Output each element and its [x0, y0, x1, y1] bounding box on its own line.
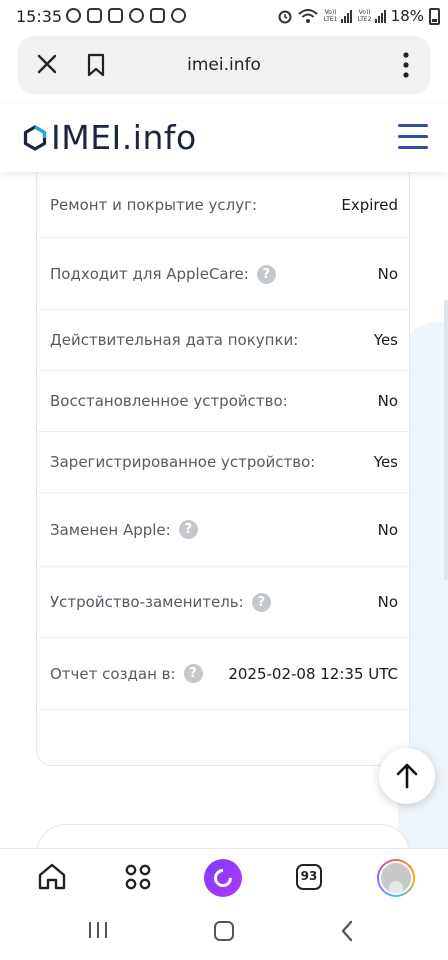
site-header: IMEI.info	[0, 104, 448, 172]
battery-percent: 18%	[390, 7, 424, 25]
alarm-icon	[278, 10, 292, 24]
alice-icon	[204, 859, 242, 897]
help-icon[interactable]: ?	[178, 520, 198, 539]
status-bar: 15:35 Vo)) LTE1 Vo)) LTE2 18%	[0, 0, 448, 34]
url-field[interactable]: imei.info	[18, 55, 430, 75]
sim1-signal: Vo)) LTE1	[323, 9, 352, 23]
page-scrollbar[interactable]	[444, 300, 448, 580]
profile-button[interactable]	[376, 858, 416, 898]
info-row-label: Подходит для AppleCare:?	[50, 264, 276, 284]
logo-mark-icon	[23, 124, 47, 151]
main-content[interactable]: Ремонт и покрытие услуг: Expired Подходит …	[0, 172, 448, 848]
info-row-label-text: Действительная дата покупки:	[50, 331, 299, 349]
help-icon[interactable]: ?	[183, 664, 203, 683]
info-row: Зарегистрированное устройство: Yes	[38, 432, 410, 493]
fire-icon	[129, 8, 144, 23]
info-row-label: Восстановленное устройство:	[50, 392, 288, 410]
info-row-label: Зарегистрированное устройство:	[50, 453, 315, 471]
info-row-value: Yes	[373, 331, 398, 349]
browser-address-bar: imei.info	[18, 36, 430, 94]
whatsapp-icon	[66, 8, 81, 23]
sim2-signal: Vo)) LTE2	[357, 9, 386, 23]
scroll-to-top-button[interactable]	[379, 748, 435, 804]
gallery-icon	[150, 8, 165, 23]
info-row: Заменен Apple:? No	[38, 493, 410, 567]
info-row-value: Yes	[373, 453, 398, 471]
info-row-value: No	[377, 265, 398, 283]
status-time: 15:35	[16, 7, 63, 26]
notification-icons	[66, 8, 186, 23]
info-row: Устройство-заменитель:? No	[38, 567, 410, 638]
arrow-up-icon	[396, 763, 418, 789]
wifi-icon	[297, 9, 318, 23]
info-row: Ремонт и покрытие услуг: Expired	[38, 172, 410, 238]
info-row-value: 2025-02-08 12:35 UTC	[228, 664, 398, 683]
tabs-button[interactable]: 93	[292, 860, 326, 894]
info-row-label: Устройство-заменитель:?	[50, 592, 271, 612]
info-row-value: No	[377, 593, 398, 611]
search-icon	[171, 8, 186, 23]
info-row: Восстановленное устройство: No	[38, 371, 410, 432]
info-row: Подходит для AppleCare:? No	[38, 239, 410, 310]
info-row-label: Отчет создан в:?	[50, 664, 203, 683]
home-icon	[38, 863, 66, 890]
info-row-value: No	[377, 520, 398, 539]
info-row-label-text: Ремонт и покрытие услуг:	[50, 195, 258, 214]
info-row-label-text: Отчет создан в:	[50, 664, 176, 683]
grid-icon	[125, 864, 151, 890]
services-button[interactable]	[121, 860, 155, 894]
info-row-label-text: Восстановленное устройство:	[50, 392, 288, 410]
avatar	[377, 859, 415, 897]
hamburger-menu-icon[interactable]	[398, 124, 428, 150]
battery-icon	[429, 7, 440, 25]
more-menu-icon[interactable]	[402, 52, 410, 78]
info-row-value: Expired	[341, 195, 398, 214]
info-row-label: Заменен Apple:?	[50, 520, 198, 539]
lock-icon	[108, 8, 123, 23]
back-icon[interactable]	[340, 920, 354, 942]
tabs-count: 93	[296, 864, 322, 890]
next-section-card	[36, 824, 410, 848]
info-row-label-text: Зарегистрированное устройство:	[50, 453, 316, 471]
info-row: Действительная дата покупки: Yes	[38, 310, 410, 371]
status-right: Vo)) LTE1 Vo)) LTE2 18%	[277, 7, 440, 25]
info-row-label-text: Подходит для AppleCare:	[50, 265, 249, 283]
system-home-icon[interactable]	[214, 921, 234, 941]
help-icon[interactable]: ?	[256, 264, 276, 284]
screenshot-icon	[87, 8, 102, 23]
sim2-label: Vo)) LTE2	[357, 9, 372, 23]
site-logo[interactable]: IMEI.info	[22, 118, 197, 157]
alice-assistant-button[interactable]	[203, 858, 243, 898]
info-row-label-text: Заменен Apple:	[50, 520, 171, 539]
help-icon[interactable]: ?	[251, 592, 271, 612]
info-row: Отчет создан в:? 2025-02-08 12:35 UTC	[38, 638, 410, 710]
sim1-label: Vo)) LTE1	[323, 9, 338, 23]
recent-apps-icon[interactable]	[89, 922, 107, 940]
system-navigation-bar	[0, 906, 448, 960]
browser-bottom-nav: 93	[0, 848, 448, 906]
home-button[interactable]	[35, 860, 69, 894]
logo-text: IMEI.info	[51, 118, 197, 157]
info-row-label: Действительная дата покупки:	[50, 331, 298, 349]
info-row-value: No	[377, 392, 398, 410]
info-row-label-text: Устройство-заменитель:	[50, 593, 244, 611]
info-row-label: Ремонт и покрытие услуг:	[50, 196, 257, 214]
